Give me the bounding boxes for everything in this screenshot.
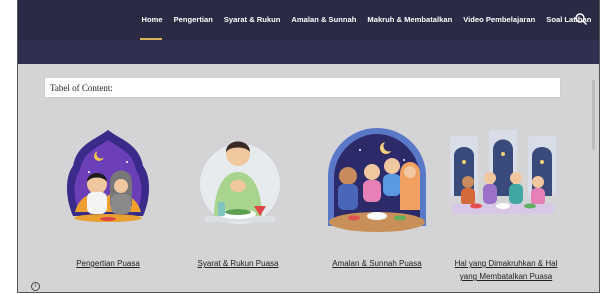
search-icon[interactable] xyxy=(574,12,588,26)
card-title-hal-makruh-membatalkan[interactable]: Hal yang Dimakruhkan & Hal yang Membatal… xyxy=(436,257,576,283)
navbar: Home Pengertian Syarat & Rukun Amalan & … xyxy=(18,0,599,40)
illustration-pengertian-puasa[interactable] xyxy=(51,126,165,241)
card-title-amalan-sunnah-puasa[interactable]: Amalan & Sunnah Puasa xyxy=(310,257,444,270)
nav-makruh-membatalkan[interactable]: Makruh & Membatalkan xyxy=(362,15,458,24)
header-band xyxy=(18,40,599,64)
nav-amalan-sunnah[interactable]: Amalan & Sunnah xyxy=(286,15,362,24)
card-title-line-2: yang Membatalkan Puasa xyxy=(459,272,553,281)
illustration-amalan-sunnah-puasa[interactable] xyxy=(320,126,434,241)
card-title-line-1: Hal yang Dimakruhkan & Hal xyxy=(454,259,558,268)
table-of-contents-box: Tabel of Content: xyxy=(44,77,561,98)
nav-pengertian[interactable]: Pengertian xyxy=(168,15,218,24)
info-icon[interactable]: i xyxy=(31,282,40,291)
nav-syarat-rukun[interactable]: Syarat & Rukun xyxy=(218,15,286,24)
scrollbar[interactable] xyxy=(592,80,595,150)
toc-label: Tabel of Content: xyxy=(50,83,113,93)
nav-soal-latihan[interactable]: Soal Latihan xyxy=(541,15,597,24)
card-title-pengertian-puasa[interactable]: Pengertian Puasa xyxy=(51,257,165,270)
card-title-syarat-rukun-puasa[interactable]: Syarat & Rukun Puasa xyxy=(176,257,300,270)
illustration-hal-makruh-membatalkan[interactable] xyxy=(446,126,560,241)
nav-video-pembelajaran[interactable]: Video Pembelajaran xyxy=(458,15,541,24)
main-menu: Home Pengertian Syarat & Rukun Amalan & … xyxy=(136,15,597,40)
nav-home[interactable]: Home xyxy=(136,15,168,24)
browser-frame: Home Pengertian Syarat & Rukun Amalan & … xyxy=(17,0,600,293)
illustration-syarat-rukun-puasa[interactable] xyxy=(176,126,290,241)
